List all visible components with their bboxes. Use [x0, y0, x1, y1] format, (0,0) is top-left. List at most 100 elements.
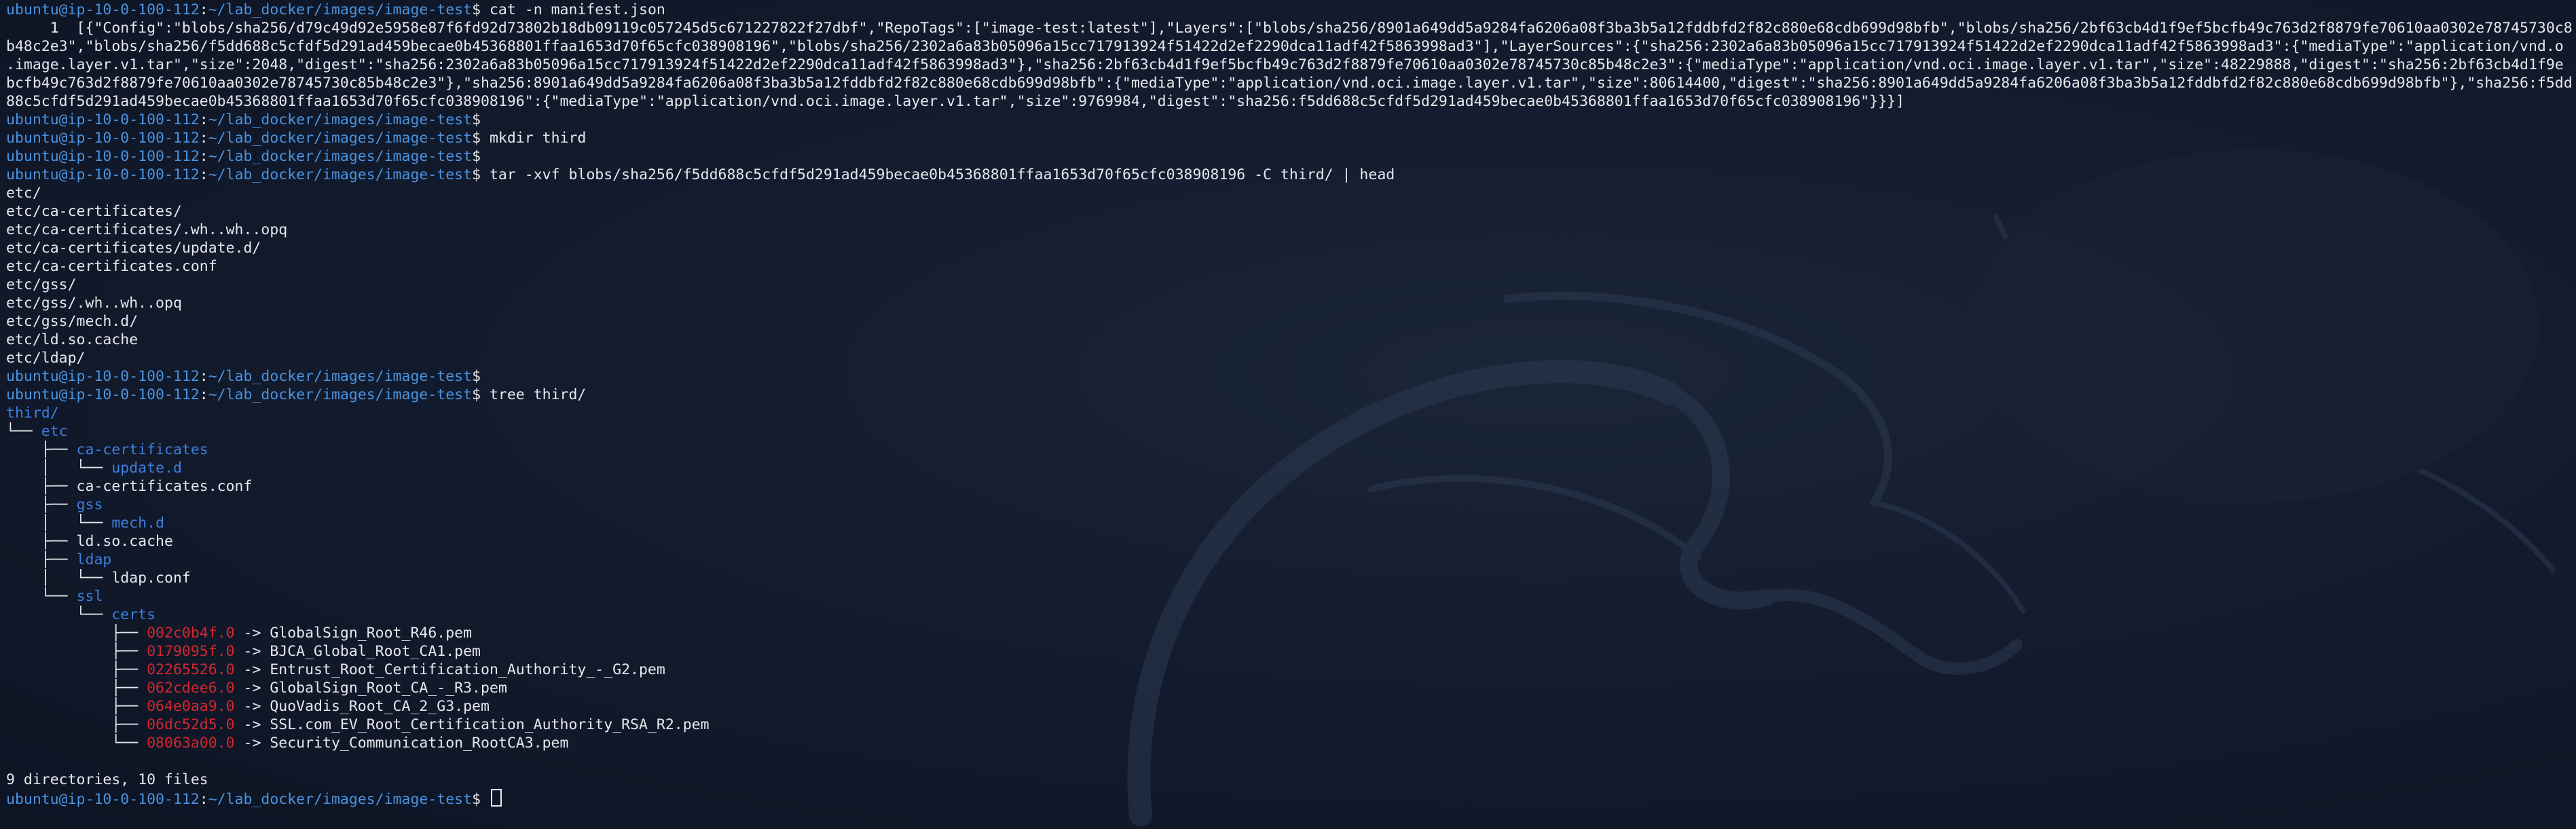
- prompt-line: ubuntu@ip-10-0-100-112:~/lab_docker/imag…: [6, 129, 2573, 147]
- prompt-symbol: $: [472, 1, 481, 18]
- output-line: etc/gss/mech.d/: [6, 313, 139, 330]
- output-line: bcfb49c763d2f8879fe70610aa0302e78745730c…: [6, 75, 2573, 92]
- text-cursor[interactable]: [490, 789, 502, 807]
- prompt-user-host: ubuntu@ip-10-0-100-112: [6, 368, 200, 385]
- prompt-user-host: ubuntu@ip-10-0-100-112: [6, 386, 200, 403]
- output-line: etc/gss/: [6, 276, 77, 293]
- tree-dir-certs: certs: [111, 606, 156, 623]
- symlink-target: -> GlobalSign_Root_R46.pem: [234, 625, 473, 642]
- tree-branch: └──: [6, 606, 112, 623]
- output-line: etc/ld.so.cache: [6, 331, 139, 348]
- tree-file-ldap-conf: │ └── ldap.conf: [6, 570, 191, 587]
- prompt-colon: :: [199, 368, 208, 385]
- tree-dir-gss: gss: [76, 496, 103, 513]
- output-line: 88c5cfdf5d291ad459becae0b45368801ffaa165…: [6, 93, 1905, 110]
- prompt-colon: :: [199, 148, 208, 165]
- prompt-line: ubuntu@ip-10-0-100-112:~/lab_docker/imag…: [6, 166, 2573, 184]
- tree-symlink: ├── 062cdee6.0 -> GlobalSign_Root_CA_-_R…: [6, 679, 2573, 697]
- broken-symlink-name: 06dc52d5.0: [147, 716, 235, 733]
- prompt-line: ubuntu@ip-10-0-100-112:~/lab_docker/imag…: [6, 147, 2573, 166]
- tree-branch: ├──: [6, 661, 147, 678]
- prompt-colon: :: [199, 166, 208, 183]
- prompt-colon: :: [199, 1, 208, 18]
- terminal-window[interactable]: ubuntu@ip-10-0-100-112:~/lab_docker/imag…: [0, 0, 2576, 829]
- command-text: tar -xvf blobs/sha256/f5dd688c5cfdf5d291…: [489, 166, 1395, 183]
- prompt-user-host: ubuntu@ip-10-0-100-112: [6, 130, 200, 147]
- prompt-symbol: $: [472, 386, 481, 403]
- tree-branch: │ └──: [6, 460, 112, 477]
- prompt-symbol: $: [472, 111, 481, 128]
- tree-symlink: ├── 02265526.0 -> Entrust_Root_Certifica…: [6, 661, 2573, 679]
- tree-branch: ├──: [6, 625, 147, 642]
- prompt-colon: :: [199, 791, 208, 807]
- broken-symlink-name: 08063a00.0: [147, 735, 235, 752]
- tree-branch: └──: [6, 588, 77, 605]
- output-line: etc/: [6, 185, 41, 202]
- prompt-user-host: ubuntu@ip-10-0-100-112: [6, 1, 200, 18]
- tree-branch: ├──: [6, 441, 77, 458]
- output-line: etc/ldap/: [6, 350, 86, 367]
- tree-branch: ├──: [6, 643, 147, 660]
- output-line: 1 [{"Config":"blobs/sha256/d79c49d92e595…: [6, 20, 2573, 37]
- symlink-target: -> BJCA_Global_Root_CA1.pem: [234, 643, 481, 660]
- tree-dir-update-d: update.d: [111, 460, 182, 477]
- prompt-path: ~/lab_docker/images/image-test: [208, 386, 473, 403]
- tree-branch: └──: [6, 735, 147, 752]
- prompt-path: ~/lab_docker/images/image-test: [208, 130, 473, 147]
- prompt-symbol: $: [472, 148, 481, 165]
- broken-symlink-name: 062cdee6.0: [147, 680, 235, 697]
- tree-branch: ├──: [6, 551, 77, 568]
- output-line: etc/ca-certificates/.wh..wh..opq: [6, 221, 288, 238]
- tree-symlink: ├── 0179095f.0 -> BJCA_Global_Root_CA1.p…: [6, 642, 2573, 661]
- tree-entry: ├── gss: [6, 496, 2573, 514]
- prompt-line: ubuntu@ip-10-0-100-112:~/lab_docker/imag…: [6, 111, 2573, 129]
- tree-branch: ├──: [6, 698, 147, 715]
- tree-branch: ├──: [6, 680, 147, 697]
- tree-symlink: └── 08063a00.0 -> Security_Communication…: [6, 734, 2573, 752]
- symlink-target: -> Entrust_Root_Certification_Authority_…: [234, 661, 665, 678]
- tree-entry: │ └── update.d: [6, 459, 2573, 477]
- terminal-output: ubuntu@ip-10-0-100-112:~/lab_docker/imag…: [6, 1, 2573, 828]
- tree-entry: ├── ca-certificates: [6, 441, 2573, 459]
- prompt-path: ~/lab_docker/images/image-test: [208, 111, 473, 128]
- output-line: etc/gss/.wh..wh..opq: [6, 295, 182, 312]
- command-text: tree third/: [489, 386, 587, 403]
- tree-entry: └── etc: [6, 422, 2573, 441]
- tree-dir-etc: etc: [41, 423, 68, 440]
- prompt-path: ~/lab_docker/images/image-test: [208, 148, 473, 165]
- output-line: etc/ca-certificates/: [6, 203, 182, 220]
- tree-dir-mech-d: mech.d: [111, 515, 165, 532]
- symlink-target: -> QuoVadis_Root_CA_2_G3.pem: [234, 698, 490, 715]
- symlink-target: -> GlobalSign_Root_CA_-_R3.pem: [234, 680, 507, 697]
- tree-summary: 9 directories, 10 files: [6, 771, 208, 788]
- prompt-symbol: $: [472, 130, 481, 147]
- prompt-path: ~/lab_docker/images/image-test: [208, 791, 473, 807]
- prompt-colon: :: [199, 130, 208, 147]
- prompt-line: ubuntu@ip-10-0-100-112:~/lab_docker/imag…: [6, 367, 2573, 386]
- prompt-line: ubuntu@ip-10-0-100-112:~/lab_docker/imag…: [6, 1, 2573, 19]
- symlink-target: -> SSL.com_EV_Root_Certification_Authori…: [234, 716, 710, 733]
- prompt-colon: :: [199, 386, 208, 403]
- tree-file-ld-so-cache: ├── ld.so.cache: [6, 533, 173, 550]
- tree-entry: │ └── mech.d: [6, 514, 2573, 532]
- command-text: mkdir third: [489, 130, 587, 147]
- output-line: .image.layer.v1.tar","size":2048,"digest…: [6, 56, 2564, 73]
- output-line: etc/ca-certificates.conf: [6, 258, 217, 275]
- tree-entry: ├── ldap: [6, 551, 2573, 569]
- prompt-user-host: ubuntu@ip-10-0-100-112: [6, 166, 200, 183]
- output-line: etc/ca-certificates/update.d/: [6, 240, 261, 257]
- prompt-user-host: ubuntu@ip-10-0-100-112: [6, 111, 200, 128]
- prompt-symbol: $: [472, 166, 481, 183]
- tree-symlink: ├── 06dc52d5.0 -> SSL.com_EV_Root_Certif…: [6, 716, 2573, 734]
- tree-branch: │ └──: [6, 515, 112, 532]
- prompt-user-host: ubuntu@ip-10-0-100-112: [6, 791, 200, 807]
- broken-symlink-name: 002c0b4f.0: [147, 625, 235, 642]
- prompt-line[interactable]: ubuntu@ip-10-0-100-112:~/lab_docker/imag…: [6, 789, 2573, 807]
- broken-symlink-name: 02265526.0: [147, 661, 235, 678]
- prompt-symbol: $: [472, 791, 481, 807]
- tree-symlink: ├── 064e0aa9.0 -> QuoVadis_Root_CA_2_G3.…: [6, 697, 2573, 716]
- prompt-line: ubuntu@ip-10-0-100-112:~/lab_docker/imag…: [6, 386, 2573, 404]
- tree-dir-ldap: ldap: [76, 551, 112, 568]
- prompt-path: ~/lab_docker/images/image-test: [208, 368, 473, 385]
